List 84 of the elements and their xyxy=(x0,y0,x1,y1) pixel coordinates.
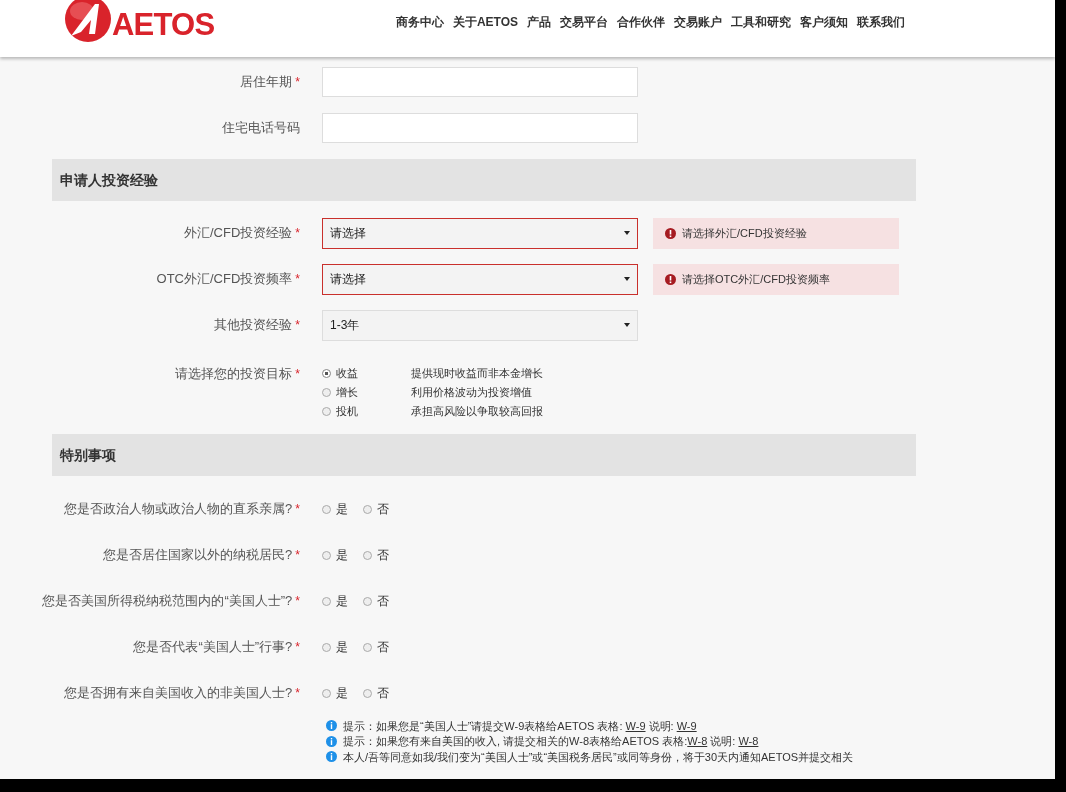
select-dropdown[interactable]: 1-3年 xyxy=(322,309,638,341)
required-mark: * xyxy=(295,271,300,288)
caret-icon xyxy=(624,277,630,281)
field-label: 您是否政治人物或政治人物的直系亲属? xyxy=(64,500,293,519)
field-label: 住宅电话号码 xyxy=(222,119,300,138)
form-link[interactable]: W-8 xyxy=(738,735,759,747)
error-text: 请选择外汇/CFD投资经验 xyxy=(682,225,807,241)
option-label: 是 xyxy=(336,593,348,610)
radio-button[interactable] xyxy=(363,596,372,606)
radio-button[interactable] xyxy=(322,550,331,560)
option-label: 是 xyxy=(336,501,348,518)
field-label: 请选择您的投资目标 xyxy=(175,365,293,383)
note-text: 本人/吾等同意如我/我们变为“美国人士”或“美国税务居民”或同等身份，将于30天内通知AETOS并提交相关 xyxy=(343,749,854,765)
field-label: OTC外汇/CFD投资频率 xyxy=(156,270,293,289)
radio-button[interactable] xyxy=(322,642,331,652)
info-icon xyxy=(326,751,337,763)
field-label: 居住年期 xyxy=(240,73,293,92)
nav-link[interactable]: 工具和研究 xyxy=(731,13,791,31)
option-description: 承担高风险以争取较高回报 xyxy=(411,403,543,419)
required-mark: * xyxy=(295,639,300,656)
info-icon xyxy=(326,735,337,747)
option-description: 利用价格波动为投资增值 xyxy=(411,384,532,400)
option-label: 投机 xyxy=(336,403,359,419)
radio-button[interactable] xyxy=(363,688,372,698)
option-label: 是 xyxy=(336,547,348,564)
option-label: 收益 xyxy=(336,365,359,381)
section-title: 申请人投资经验 xyxy=(60,170,158,190)
radio-button[interactable] xyxy=(363,642,372,652)
option-label: 是 xyxy=(336,685,348,702)
nav-link[interactable]: 商务中心 xyxy=(395,13,444,31)
nav-link[interactable]: 联系我们 xyxy=(857,13,905,31)
required-mark: * xyxy=(295,365,300,383)
nav-link[interactable]: 合作伙伴 xyxy=(617,13,665,31)
select-dropdown[interactable]: 请选择 xyxy=(322,217,638,249)
option-label: 是 xyxy=(336,639,348,656)
logo-text[interactable]: AETOS xyxy=(112,2,215,49)
section-title: 特别事项 xyxy=(60,445,116,465)
caret-icon xyxy=(624,323,630,327)
field-label: 您是否拥有来自美国收入的非美国人士? xyxy=(64,684,293,703)
radio-button[interactable] xyxy=(322,688,331,698)
required-mark: * xyxy=(295,225,300,242)
option-label: 否 xyxy=(377,593,389,610)
error-text: 请选择OTC外汇/CFD投资频率 xyxy=(682,271,830,287)
radio-button[interactable] xyxy=(322,504,331,514)
form-link[interactable]: W-9 xyxy=(676,719,697,732)
error-icon xyxy=(665,227,676,239)
radio-button[interactable] xyxy=(322,368,331,378)
nav-link[interactable]: 关于AETOS xyxy=(452,13,518,31)
radio-button[interactable] xyxy=(322,596,331,606)
nav-link[interactable]: 交易账户 xyxy=(674,13,722,31)
radio-button[interactable] xyxy=(363,550,372,560)
required-mark: * xyxy=(295,547,300,564)
required-mark: * xyxy=(295,593,300,610)
radio-button[interactable] xyxy=(322,406,331,416)
select-dropdown[interactable]: 请选择 xyxy=(322,263,638,295)
text-input-field[interactable] xyxy=(322,113,638,143)
note-text: 提示：如果您有来自美国的收入, 请提交相关的W-8表格给AETOS 表格:W-8 说明: W-8 xyxy=(343,734,759,749)
required-mark: * xyxy=(295,501,300,518)
nav-link[interactable]: 产品 xyxy=(527,13,551,31)
field-label: 您是否居住国家以外的纳税居民? xyxy=(103,546,293,565)
required-mark: * xyxy=(295,74,300,91)
radio-button[interactable] xyxy=(322,387,331,397)
field-label: 您是否代表“美国人士”行事? xyxy=(133,638,293,657)
required-mark: * xyxy=(295,317,300,334)
form-link[interactable]: W-9 xyxy=(625,719,646,732)
option-description: 提供现时收益而非本金增长 xyxy=(411,365,543,381)
option-label: 否 xyxy=(377,547,389,564)
field-label: 您是否美国所得税纳税范围内的“美国人士”? xyxy=(42,592,293,611)
error-icon xyxy=(665,273,676,285)
option-label: 否 xyxy=(377,685,389,702)
note-text: 提示：如果您是“美国人士”请提交W-9表格给AETOS 表格: W-9 说明: W-9 xyxy=(343,718,697,734)
radio-button[interactable] xyxy=(363,504,372,514)
text-input-field[interactable] xyxy=(322,67,638,97)
form-link[interactable]: W-8 xyxy=(687,735,708,747)
nav-link[interactable]: 交易平台 xyxy=(560,13,608,31)
field-label: 外汇/CFD投资经验 xyxy=(184,224,293,243)
required-mark: * xyxy=(295,685,300,702)
field-label: 其他投资经验 xyxy=(214,316,293,335)
nav-link[interactable]: 客户须知 xyxy=(800,13,848,31)
info-icon xyxy=(326,720,337,732)
caret-icon xyxy=(624,231,630,235)
option-label: 否 xyxy=(377,639,389,656)
option-label: 否 xyxy=(377,501,389,518)
option-label: 增长 xyxy=(336,384,359,400)
